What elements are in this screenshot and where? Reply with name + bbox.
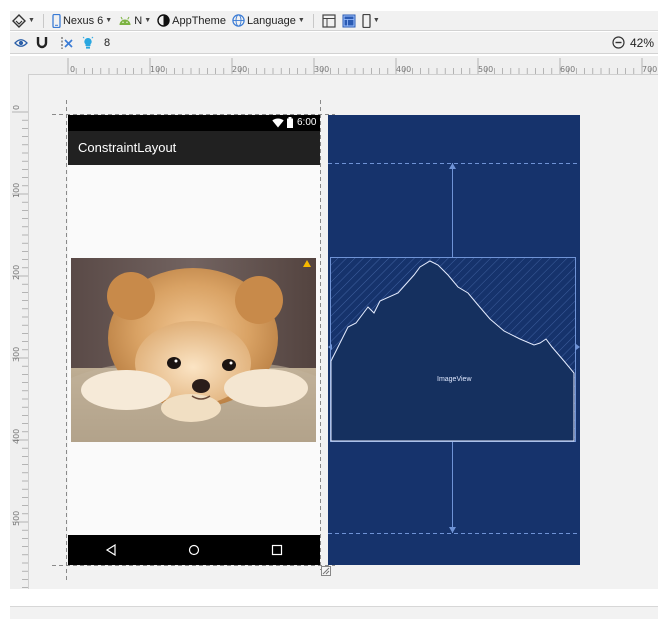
dog-photo-image[interactable] <box>71 258 316 442</box>
ruler-tick-label: 500 <box>478 65 494 74</box>
language-selector[interactable]: Language ▼ <box>232 14 305 27</box>
theme-icon <box>157 14 170 27</box>
blueprint-view-icon[interactable] <box>342 14 356 28</box>
api-level-selector[interactable]: N ▼ <box>118 15 151 27</box>
chevron-down-icon: ▼ <box>372 17 380 24</box>
ruler-tick-label: 200 <box>12 264 21 280</box>
ruler-tick-label: 0 <box>12 104 21 110</box>
ruler-tick-label: 0 <box>70 65 76 74</box>
api-level-label: N <box>134 14 143 27</box>
horizontal-ruler: 0 100 200 300 400 500 600 700 <box>10 56 658 75</box>
device-selector[interactable]: Nexus 6 ▼ <box>52 13 113 28</box>
home-icon[interactable] <box>188 544 200 556</box>
battery-icon <box>287 117 293 128</box>
app-bar-title: ConstraintLayout <box>68 131 320 165</box>
theme-label: AppTheme <box>172 14 226 27</box>
eye-icon[interactable] <box>14 38 28 48</box>
device-orientation-icon <box>362 13 371 28</box>
bottom-panel-edge <box>10 606 658 619</box>
wifi-icon <box>272 118 284 128</box>
ruler-tick-label: 700 <box>642 65 658 74</box>
status-bar: 6:00 <box>68 115 320 131</box>
android-icon <box>119 16 131 25</box>
layers-icon <box>12 13 26 28</box>
navigation-bar <box>68 535 320 565</box>
constraint-toolbar: 8 42% <box>10 32 658 54</box>
zoom-out-icon[interactable] <box>612 36 625 49</box>
ruler-tick-label: 300 <box>12 346 21 362</box>
ruler-tick-label: 600 <box>560 65 576 74</box>
blueprint-constraints <box>328 163 580 534</box>
ruler-tick-label: 100 <box>12 182 21 198</box>
globe-icon <box>232 14 245 27</box>
ruler-tick-label: 400 <box>396 65 412 74</box>
layout-editor-toolbar: ▼ Nexus 6 ▼ N ▼ AppTheme Language ▼ ▼ <box>10 11 658 31</box>
ruler-tick-label: 400 <box>12 428 21 444</box>
orientation-dropdown[interactable]: ▼ <box>362 13 380 28</box>
design-preview-device[interactable]: 6:00 ConstraintLayout <box>68 115 320 565</box>
theme-selector[interactable]: AppTheme <box>157 14 226 27</box>
zoom-control[interactable]: 42% <box>612 36 654 50</box>
language-label: Language <box>246 14 296 27</box>
device-label: Nexus 6 <box>62 14 104 27</box>
phone-icon <box>52 13 61 28</box>
chevron-down-icon: ▼ <box>297 17 305 24</box>
chevron-down-icon: ▼ <box>144 17 152 24</box>
zoom-level: 42% <box>629 35 654 50</box>
toolbar-divider <box>42 13 44 28</box>
default-margin-value[interactable]: 8 <box>104 37 110 49</box>
ruler-tick-label: 200 <box>232 65 248 74</box>
resize-handle-icon[interactable] <box>321 566 331 576</box>
design-view-icon[interactable] <box>322 13 336 28</box>
infer-constraints-icon[interactable] <box>82 36 94 50</box>
imageview-label: ImageView <box>437 376 472 383</box>
toolbar-divider <box>312 13 314 28</box>
status-time: 6:00 <box>297 117 317 128</box>
vertical-ruler: 0 100 200 300 400 500 <box>10 74 29 589</box>
back-icon[interactable] <box>105 544 117 556</box>
chevron-down-icon: ▼ <box>28 17 35 24</box>
chevron-down-icon: ▼ <box>105 17 113 24</box>
clear-constraints-icon[interactable] <box>60 36 74 50</box>
ruler-tick-label: 300 <box>314 65 330 74</box>
design-mode-dropdown[interactable]: ▼ <box>12 13 35 28</box>
blueprint-preview[interactable]: ImageView <box>328 115 580 565</box>
autoconnect-magnet-icon[interactable] <box>36 36 48 49</box>
recents-icon[interactable] <box>271 544 283 556</box>
ruler-tick-label: 500 <box>12 510 21 526</box>
ruler-tick-label: 100 <box>150 65 166 74</box>
